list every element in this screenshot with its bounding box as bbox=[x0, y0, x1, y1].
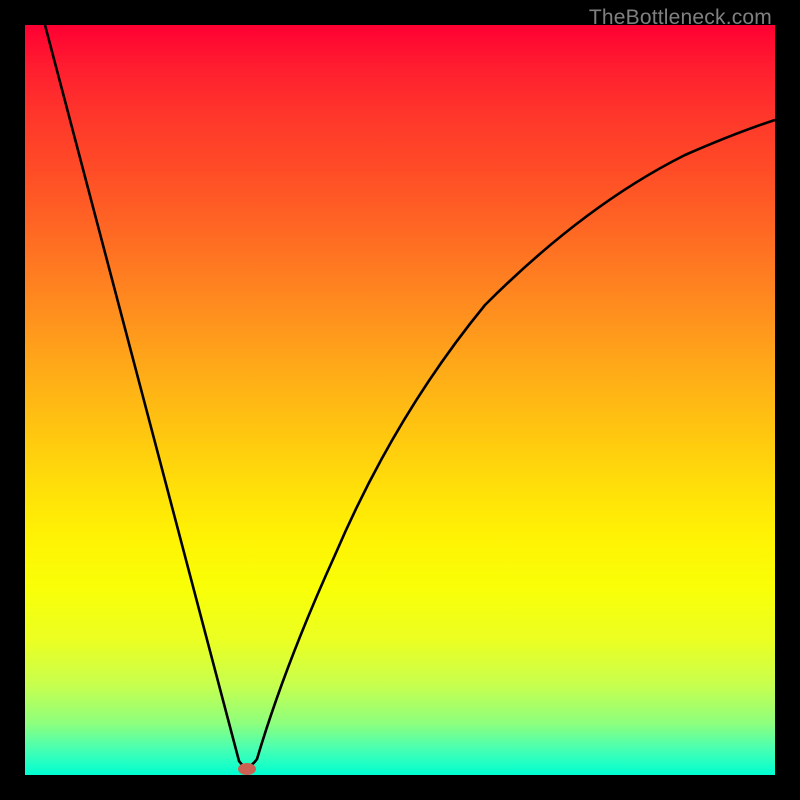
curve-path bbox=[45, 25, 775, 767]
watermark-text: TheBottleneck.com bbox=[589, 6, 772, 30]
minimum-marker bbox=[238, 763, 256, 775]
plot-area bbox=[25, 25, 775, 775]
bottleneck-curve bbox=[25, 25, 775, 775]
chart-frame: TheBottleneck.com bbox=[0, 0, 800, 800]
